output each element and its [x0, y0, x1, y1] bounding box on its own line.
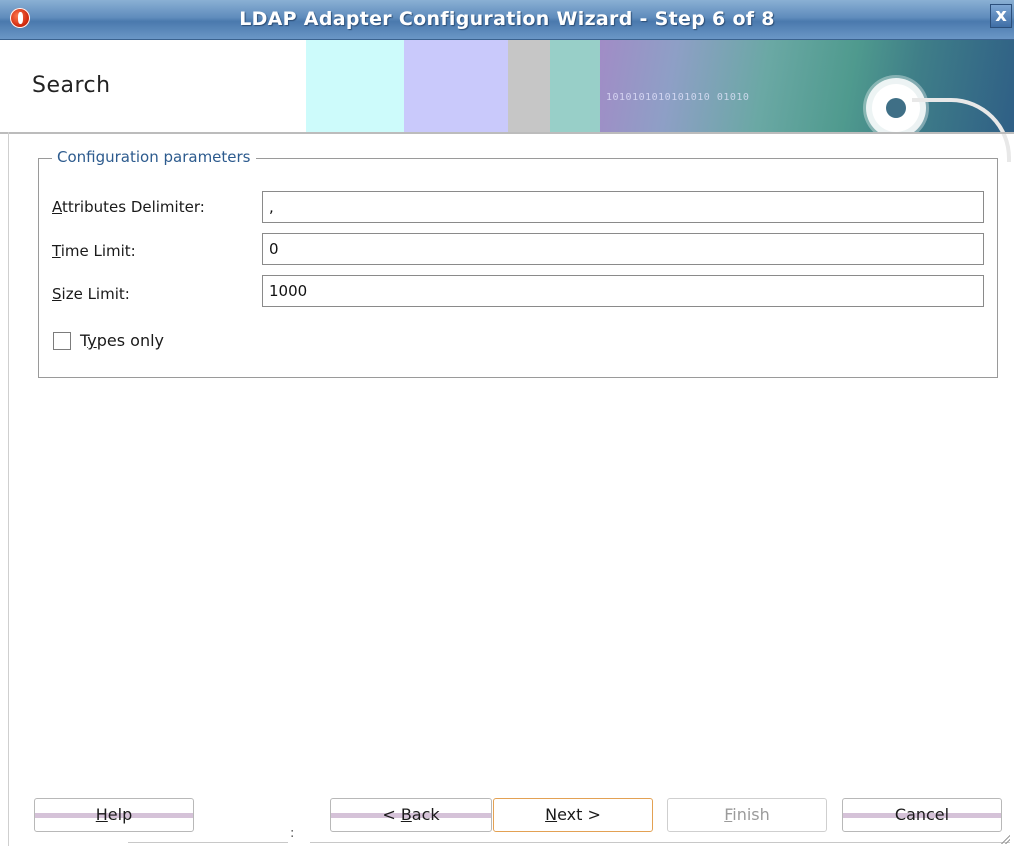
label-text: ime Limit: — [60, 242, 136, 260]
button-label: ext > — [557, 805, 601, 824]
close-icon[interactable]: x — [990, 4, 1012, 28]
resize-grip-icon[interactable] — [1000, 834, 1010, 844]
time-limit-label: Time Limit: — [52, 242, 136, 260]
group-legend: Configuration parameters — [52, 148, 256, 166]
page-title: Search — [32, 73, 111, 98]
banner-art-block — [550, 40, 600, 132]
button-label: inish — [732, 805, 770, 824]
button-label: < — [382, 805, 401, 824]
banner-divider — [0, 132, 1014, 134]
size-limit-label: Size Limit: — [52, 285, 130, 303]
window-title: LDAP Adapter Configuration Wizard - Step… — [239, 8, 775, 30]
back-button[interactable]: < Back — [330, 798, 492, 832]
banner-art-block — [404, 40, 508, 132]
status-text: : — [290, 826, 295, 841]
time-limit-field[interactable]: 0 — [262, 233, 984, 265]
cancel-button[interactable]: Cancel — [842, 798, 1002, 832]
banner-art-block — [306, 40, 404, 132]
button-label: elp — [107, 805, 133, 824]
status-bar-segment — [310, 842, 1010, 843]
attributes-delimiter-label: Attributes Delimiter: — [52, 198, 205, 216]
label-mnemonic: A — [52, 198, 62, 216]
label-text: ttributes Delimiter: — [62, 198, 205, 216]
types-only-checkbox[interactable] — [53, 332, 71, 350]
status-bar-segment — [128, 842, 288, 843]
label-mnemonic: y — [87, 331, 97, 350]
button-label: ack — [411, 805, 440, 824]
button-mnemonic: N — [545, 805, 558, 824]
next-button[interactable]: Next > — [493, 798, 653, 832]
wizard-banner: Search 1010101010101010 01010 — [0, 40, 1014, 162]
help-button[interactable]: Help — [34, 798, 194, 832]
types-only-label[interactable]: Types only — [80, 331, 164, 350]
finish-button[interactable]: Finish — [667, 798, 827, 832]
label-text: pes only — [96, 331, 165, 350]
attributes-delimiter-field[interactable]: , — [262, 191, 984, 223]
button-mnemonic: H — [95, 805, 108, 824]
label-mnemonic: S — [52, 285, 62, 303]
label-text: ize Limit: — [61, 285, 130, 303]
button-mnemonic: B — [400, 805, 412, 824]
title-bar: LDAP Adapter Configuration Wizard - Step… — [0, 0, 1014, 40]
banner-binary-text: 1010101010101010 01010 — [606, 92, 750, 103]
size-limit-field[interactable]: 1000 — [262, 275, 984, 307]
label-mnemonic: T — [52, 242, 61, 260]
window-left-border — [8, 132, 9, 846]
banner-art-block — [508, 40, 550, 132]
